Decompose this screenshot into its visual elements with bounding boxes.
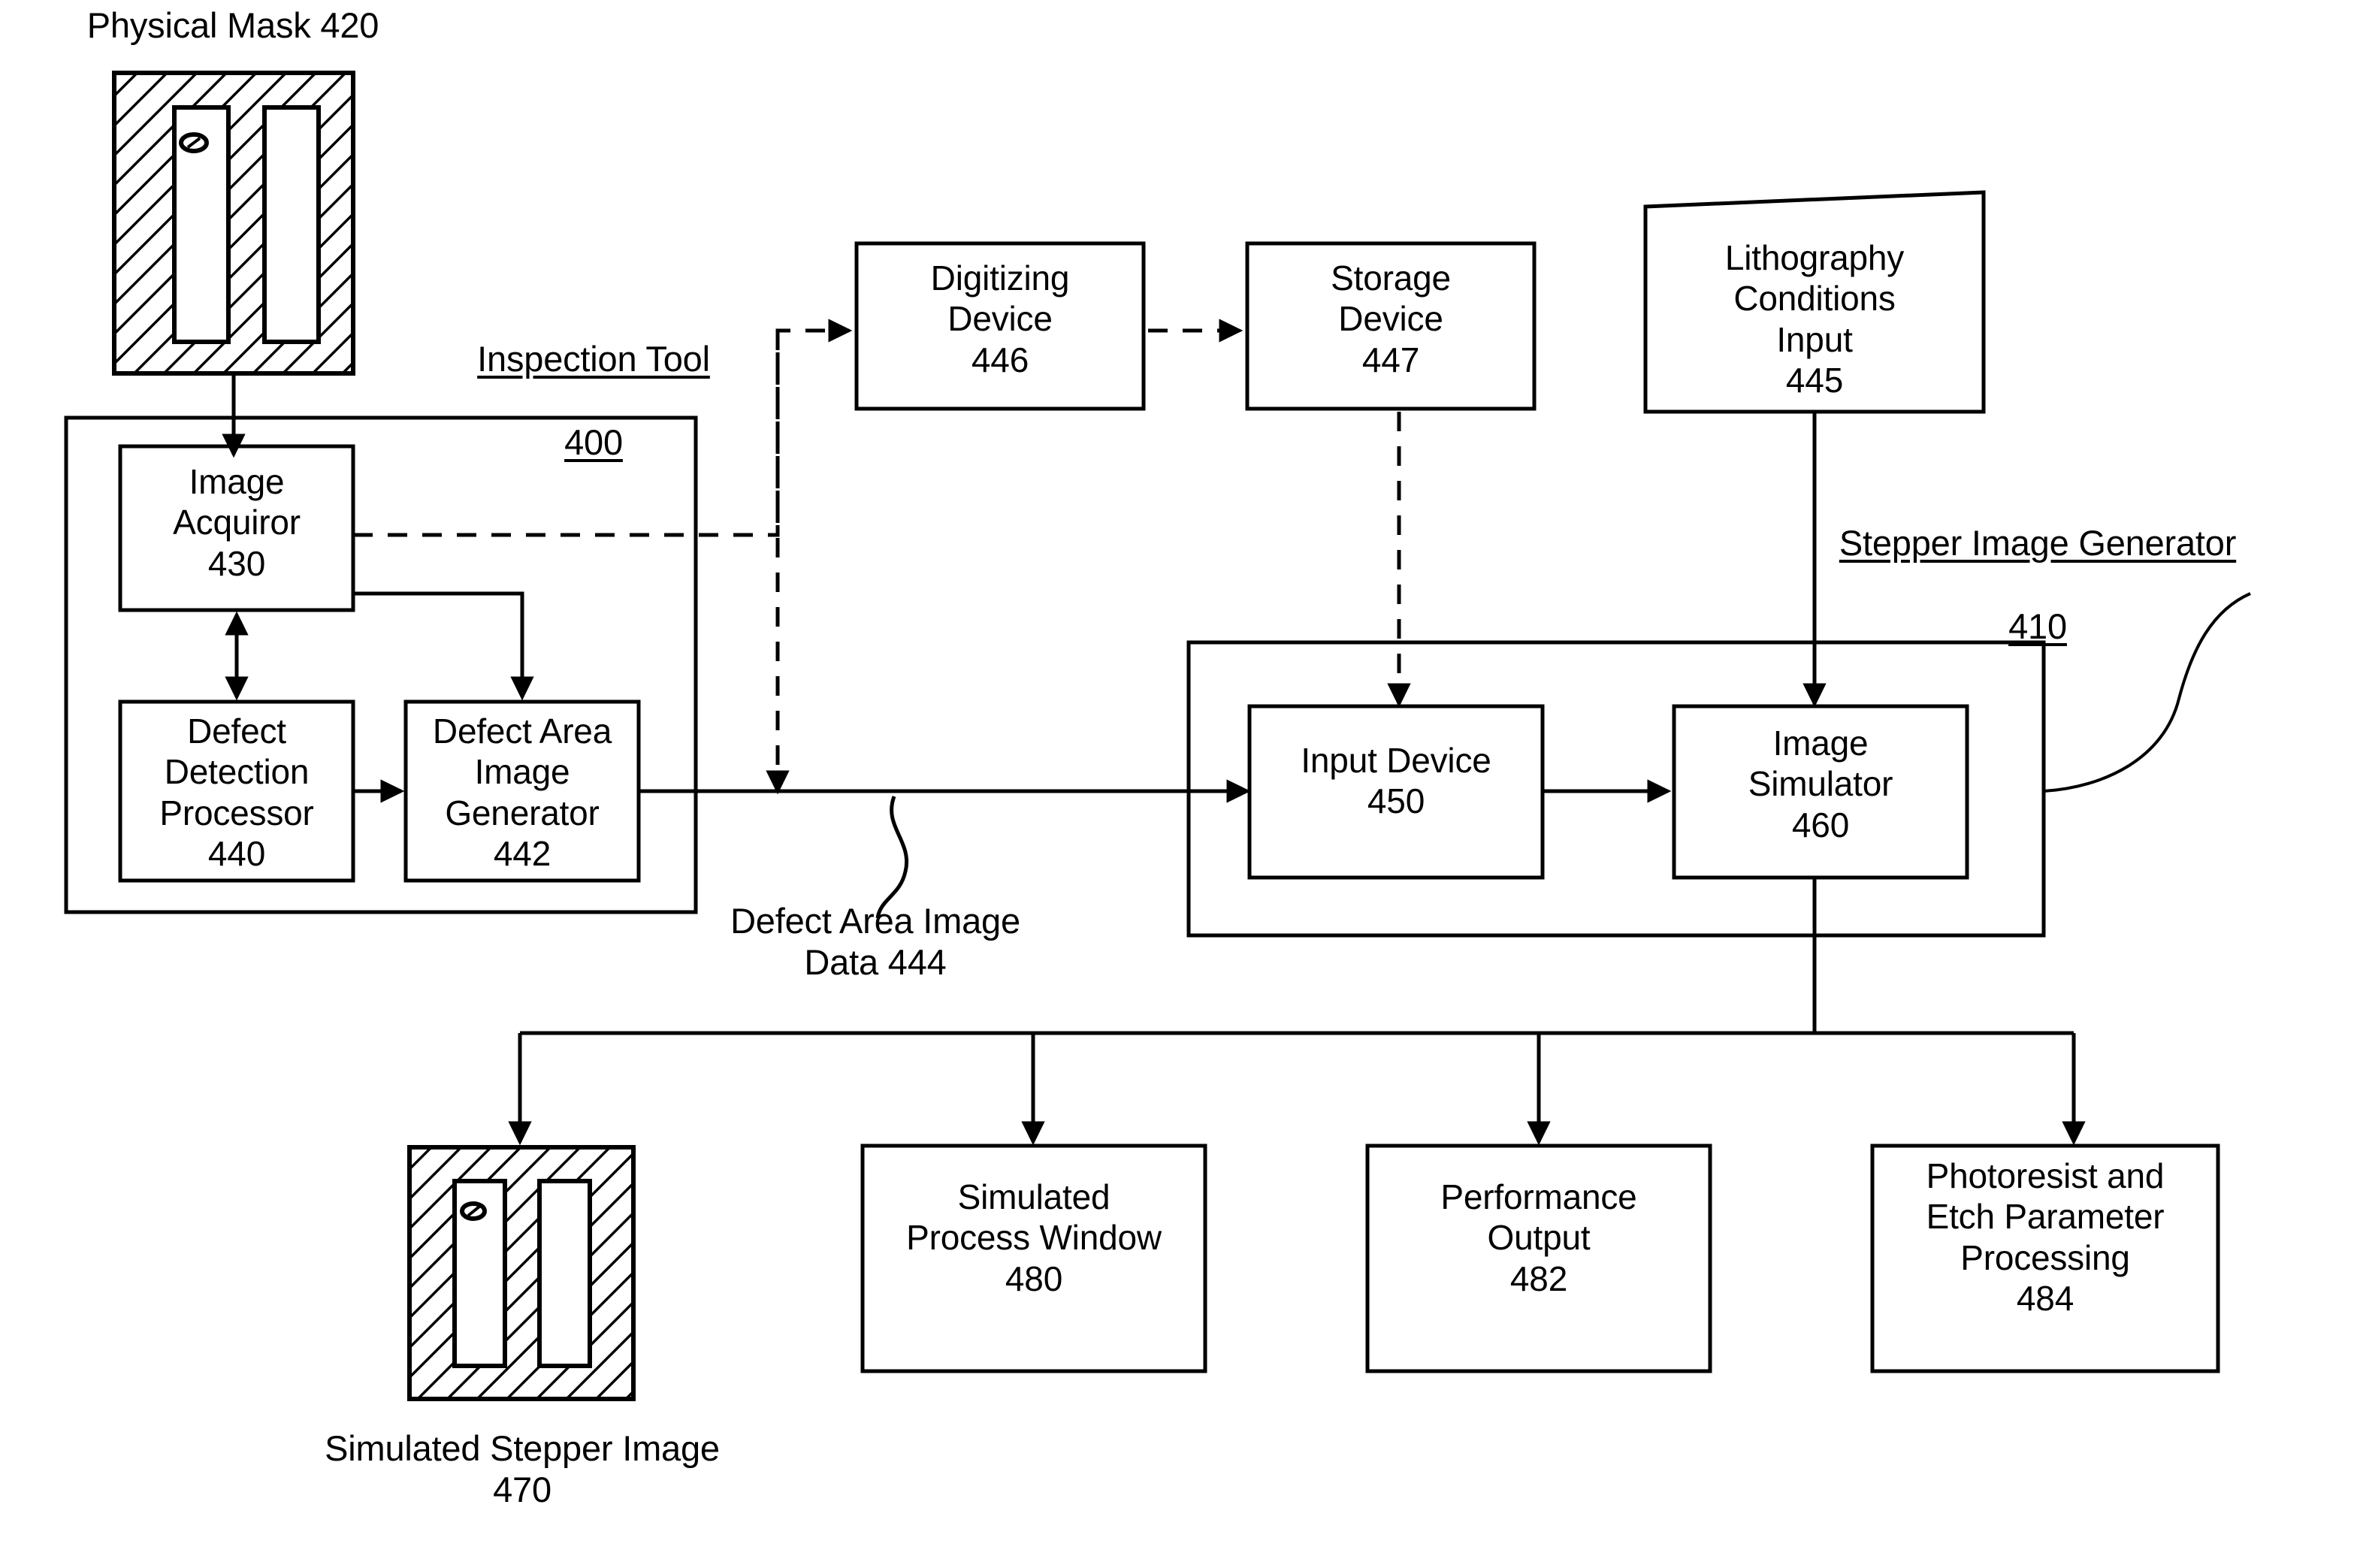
stepper-image-generator-number: 410 — [2008, 606, 2067, 647]
simulated-stepper-image-caption: Simulated Stepper Image 470 — [325, 1428, 720, 1510]
diagram-canvas — [64, 71, 2251, 1401]
mask-defect-marker — [179, 132, 209, 153]
defect-detection-processor-label[interactable]: Defect Detection Processor 440 — [120, 711, 353, 874]
stepper-image-generator-caption: Stepper Image Generator 410 — [1797, 481, 2278, 648]
performance-output-label[interactable]: Performance Output 482 — [1367, 1177, 1710, 1299]
image-acquiror-label[interactable]: Image Acquiror 430 — [120, 461, 353, 584]
patent-figure: Physical Mask 420 Image Acquiror 430 Def… — [0, 0, 2357, 1568]
arrow-acquiror-to-generator — [353, 591, 534, 701]
simulated-process-window-label[interactable]: Simulated Process Window 480 — [863, 1177, 1205, 1299]
stepper-image-generator-name: Stepper Image Generator — [1839, 523, 2237, 563]
simulated-defect-marker — [460, 1201, 487, 1221]
inspection-tool-name: Inspection Tool — [477, 339, 710, 379]
storage-device-label[interactable]: Storage Device 447 — [1247, 258, 1534, 380]
physical-mask-caption: Physical Mask 420 — [86, 5, 379, 45]
image-simulator-label[interactable]: Image Simulator 460 — [1674, 723, 1967, 845]
lithography-conditions-input-label[interactable]: Lithography Conditions Input 445 — [1647, 237, 1982, 400]
input-device-label[interactable]: Input Device 450 — [1250, 740, 1543, 822]
defect-area-image-data-caption: Defect Area Image Data 444 — [730, 901, 1020, 983]
photoresist-etch-label[interactable]: Photoresist and Etch Parameter Processin… — [1872, 1156, 2218, 1319]
inspection-tool-caption: Inspection Tool 400 — [443, 297, 744, 464]
defect-area-image-generator-label[interactable]: Defect Area Image Generator 442 — [404, 711, 640, 874]
physical-mask-artwork — [112, 71, 355, 376]
digitizing-device-label[interactable]: Digitizing Device 446 — [857, 258, 1144, 380]
inspection-tool-number: 400 — [564, 422, 623, 463]
simulated-stepper-image-artwork — [407, 1145, 636, 1401]
